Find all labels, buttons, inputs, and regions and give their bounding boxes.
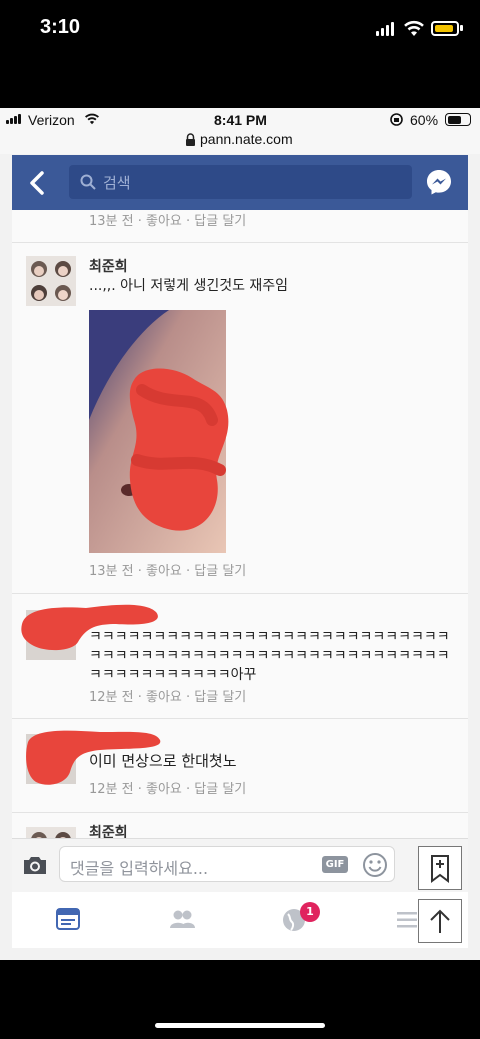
battery-percent: 60% (410, 112, 439, 128)
browser-time: 8:41 PM (214, 112, 267, 128)
camera-icon[interactable] (22, 854, 48, 876)
notification-badge: 1 (300, 902, 320, 922)
comment-author[interactable]: 최준희 (89, 256, 128, 276)
wifi-icon (404, 20, 424, 36)
device-time: 3:10 (40, 16, 81, 38)
url-text[interactable]: pann.nate.com (200, 131, 293, 147)
facebook-header: 검색 (12, 155, 468, 210)
battery-icon (445, 113, 471, 126)
avatar[interactable] (26, 256, 76, 306)
comment-meta[interactable]: 13분 전 · 좋아요 · 답글 달기 (89, 210, 246, 229)
gif-button[interactable]: GIF (322, 856, 348, 873)
embedded-screenshot: Verizon 8:41 PM 60% pann.nate.com 검색 13분… (0, 108, 480, 960)
comment-meta[interactable]: 12분 전 · 좋아요 · 답글 달기 (89, 686, 246, 705)
emoji-icon[interactable] (362, 852, 388, 878)
lock-icon (186, 133, 195, 146)
arrow-up-icon (430, 909, 450, 933)
redaction-scribble (129, 368, 229, 531)
comment-meta[interactable]: 12분 전 · 좋아요 · 답글 달기 (89, 778, 246, 797)
search-placeholder: 검색 (103, 174, 131, 192)
orientation-lock-icon (390, 113, 403, 126)
comment-text: ...,,. 아니 저렇게 생긴것도 재주임 (89, 278, 289, 294)
comment-input-bar: 댓글을 입력하세요... GIF (12, 838, 468, 893)
bookmark-plus-icon (431, 855, 449, 883)
comment-list: 13분 전 · 좋아요 · 답글 달기 최준희 ...,,. 아니 저렇게 생긴… (12, 210, 468, 890)
search-icon (80, 174, 96, 190)
home-indicator (155, 1023, 325, 1028)
comment-input[interactable]: 댓글을 입력하세요... GIF (59, 846, 395, 882)
menu-icon[interactable] (397, 912, 417, 928)
news-feed-tab-icon[interactable] (56, 908, 80, 930)
cellular-signal-icon (6, 114, 21, 124)
comment-text: 이미 면상으로 한대쳣노 (89, 752, 237, 770)
bookmark-add-button[interactable] (418, 846, 462, 890)
wifi-icon (85, 113, 99, 125)
back-arrow-icon[interactable] (28, 170, 46, 196)
friends-tab-icon[interactable] (168, 909, 196, 929)
comment-meta[interactable]: 13분 전 · 좋아요 · 답글 달기 (89, 560, 246, 579)
browser-status-bar: Verizon 8:41 PM 60% pann.nate.com (0, 108, 480, 154)
messenger-icon[interactable] (425, 168, 453, 196)
comment-text: ㅋㅋㅋㅋㅋㅋㅋㅋㅋㅋㅋㅋㅋㅋㅋㅋㅋㅋㅋㅋㅋㅋㅋㅋㅋㅋㅋㅋㅋㅋㅋㅋㅋㅋㅋㅋㅋㅋㅋㅋ… (89, 629, 450, 683)
cellular-signal-icon (376, 22, 394, 36)
battery-icon (431, 21, 459, 36)
comment-placeholder: 댓글을 입력하세요... (70, 859, 209, 878)
scroll-top-button[interactable] (418, 899, 462, 943)
bottom-tab-bar: 1 (12, 892, 468, 948)
search-input[interactable]: 검색 (69, 165, 412, 199)
carrier-name: Verizon (28, 112, 75, 128)
